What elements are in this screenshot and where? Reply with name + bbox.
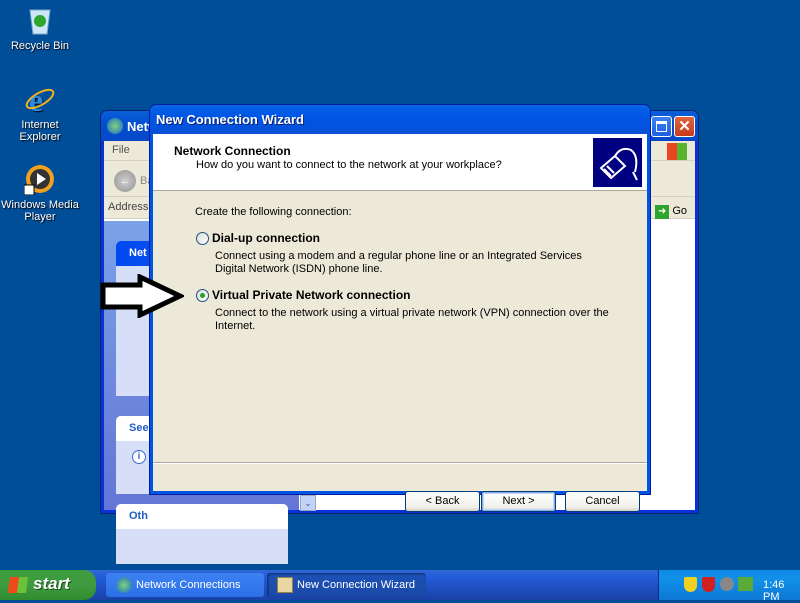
windows-flag-icon [7, 577, 29, 593]
header-title: Network Connection [174, 144, 291, 158]
taskbar-item-new-connection-wizard[interactable]: New Connection Wizard [267, 573, 426, 597]
desktop-icon-label: Internet Explorer [19, 119, 61, 143]
cancel-button[interactable]: Cancel [565, 491, 640, 512]
desktop-icon-internet-explorer[interactable]: e Internet Explorer [0, 82, 80, 143]
panel-header[interactable]: Oth [116, 504, 288, 529]
network-cable-icon [593, 138, 642, 187]
wizard-icon [277, 577, 293, 593]
recycle-bin-icon [24, 4, 56, 36]
next-button[interactable]: Next > [481, 491, 556, 512]
go-button[interactable]: ➜ Go [655, 205, 687, 219]
dial-up-label[interactable]: Dial-up connection [212, 231, 320, 245]
connection-prompt: Create the following connection: [195, 206, 352, 218]
desktop-icon-label: Recycle Bin [10, 40, 70, 52]
vpn-radio[interactable] [196, 289, 209, 302]
desktop-icon-recycle-bin[interactable]: Recycle Bin [0, 4, 80, 52]
menu-file[interactable]: File [112, 144, 130, 156]
back-button[interactable]: < Back [405, 491, 480, 512]
dial-up-description: Connect using a modem and a regular phon… [215, 250, 582, 275]
separator [153, 462, 647, 464]
network-icon [116, 577, 132, 593]
vpn-label[interactable]: Virtual Private Network connection [212, 288, 411, 302]
dial-up-radio[interactable] [196, 232, 209, 245]
desktop-icon-label: Windows Media Player [1, 199, 79, 223]
vpn-description: Connect to the network using a virtual p… [215, 307, 609, 332]
clock: 1:46 PM [763, 579, 785, 603]
new-connection-wizard-dialog[interactable]: New Connection Wizard Network Connection… [149, 104, 651, 512]
network-icon [107, 118, 123, 134]
system-tray: 1:46 PM [658, 570, 800, 603]
taskbar: start Network Connections New Connection… [0, 570, 800, 603]
network-tray-icon[interactable] [738, 577, 753, 591]
security-alert-icon[interactable] [702, 577, 715, 592]
desktop-icon-windows-media-player[interactable]: Windows Media Player [0, 163, 80, 223]
taskbar-item-network-connections[interactable]: Network Connections [106, 573, 264, 597]
back-icon[interactable]: ← [114, 170, 136, 192]
volume-icon[interactable] [720, 577, 734, 591]
info-icon: i [132, 450, 146, 464]
pointer-arrow-annotation [100, 274, 184, 318]
address-label: Address [108, 201, 149, 213]
scroll-down-button[interactable]: ⌄ [300, 495, 316, 511]
go-arrow-icon: ➜ [655, 205, 670, 219]
internet-explorer-icon: e [24, 82, 56, 118]
header-subtitle: How do you want to connect to the networ… [196, 159, 502, 171]
maximize-button[interactable] [651, 116, 672, 137]
start-button[interactable]: start [0, 570, 96, 600]
wizard-header: Network Connection How do you want to co… [153, 134, 647, 191]
windows-logo-icon [667, 143, 687, 160]
security-center-icon[interactable] [684, 577, 697, 592]
title-bar[interactable]: New Connection Wizard [150, 105, 650, 134]
close-button[interactable]: ✕ [674, 116, 695, 137]
other-places-panel[interactable]: Oth [116, 504, 288, 564]
windows-media-player-icon [23, 163, 56, 196]
